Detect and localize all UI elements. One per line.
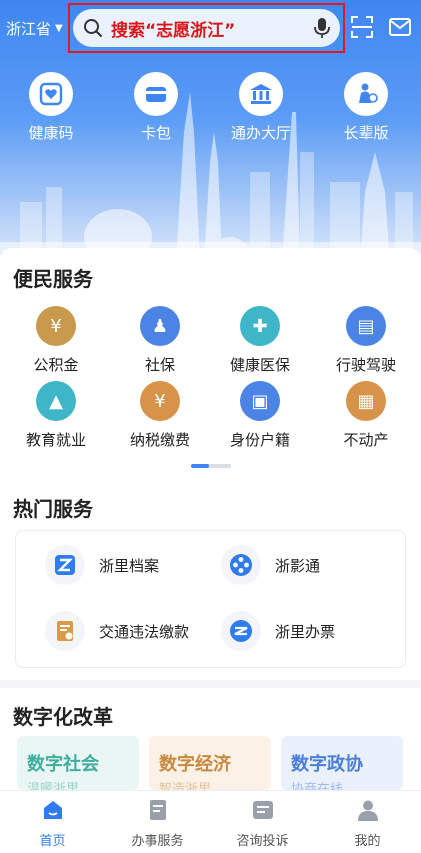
id-registry-icon: ▣ — [240, 381, 280, 421]
convenience-item-label: 纳税缴费 — [129, 431, 190, 449]
convenience-item-label: 社保 — [144, 356, 175, 374]
reform-card-society[interactable]: 数字社会 温暖浙里 — [17, 736, 139, 790]
reform-card-subtitle: 协商在线 — [291, 782, 344, 790]
quick-entry-elder-mode[interactable]: 长辈版 — [316, 72, 416, 143]
convenience-item-medical-insurance[interactable]: ✚ 健康医保 — [210, 306, 310, 375]
top-bar: 浙江省 ▼ 搜索“志愿浙江” — [0, 0, 421, 58]
convenience-item-real-estate[interactable]: ▦ 不动产 — [316, 381, 416, 450]
microphone-icon[interactable] — [314, 17, 330, 39]
hot-service-label: 浙影通 — [275, 556, 321, 575]
search-highlight-box: 搜索“志愿浙江” — [68, 3, 345, 53]
hot-service-film[interactable]: 浙影通 — [221, 545, 320, 585]
section-title-convenience: 便民服务 — [13, 267, 93, 291]
quick-entry-service-hall[interactable]: 通办大厅 — [211, 72, 311, 143]
housing-fund-icon: ¥ — [36, 306, 76, 346]
convenience-item-label: 教育就业 — [25, 431, 86, 449]
reform-card-subtitle: 智造浙里 — [159, 782, 212, 790]
convenience-item-label: 健康医保 — [229, 356, 290, 374]
service-hall-icon — [239, 72, 283, 116]
convenience-item-label: 不动产 — [343, 431, 389, 449]
health-code-icon — [29, 72, 73, 116]
hot-service-invoice[interactable]: 浙里办票 — [221, 611, 335, 651]
tab-services[interactable]: 办事服务 — [105, 797, 210, 849]
reform-card-cppcc[interactable]: 数字政协 协商在线 — [281, 736, 403, 790]
convenience-item-driving[interactable]: ▤ 行驶驾驶 — [316, 306, 416, 375]
scan-icon[interactable] — [350, 15, 374, 39]
medical-insurance-icon: ✚ — [240, 306, 280, 346]
quick-entry-label: 通办大厅 — [230, 124, 291, 142]
quick-entry-label: 长辈版 — [343, 124, 389, 142]
convenience-item-social-security[interactable]: ♟ 社保 — [110, 306, 210, 375]
tab-profile[interactable]: 我的 — [315, 797, 420, 849]
home-icon — [43, 801, 62, 819]
page-indicator — [191, 464, 231, 468]
tab-consult[interactable]: 咨询投诉 — [210, 797, 315, 849]
consult-complaint-icon — [252, 801, 273, 819]
user-icon — [357, 800, 378, 821]
quick-entry-health-code[interactable]: 健康码 — [1, 72, 101, 143]
region-label: 浙江省 — [6, 19, 52, 38]
film-icon — [221, 545, 261, 585]
quick-entry-label: 卡包 — [140, 124, 171, 142]
document-services-icon — [149, 800, 166, 820]
mail-icon[interactable] — [388, 15, 412, 39]
real-estate-icon: ▦ — [346, 381, 386, 421]
convenience-item-id-registry[interactable]: ▣ 身份户籍 — [210, 381, 310, 450]
page-indicator-active — [191, 464, 209, 468]
invoice-icon — [221, 611, 261, 651]
search-icon — [84, 19, 102, 37]
reform-card-economy[interactable]: 数字经济 智造浙里 — [149, 736, 271, 790]
tab-home[interactable]: 首页 — [0, 797, 105, 849]
hot-service-label: 浙里办票 — [275, 622, 336, 641]
search-bar[interactable]: 搜索“志愿浙江” — [73, 9, 340, 47]
search-placeholder: 搜索“志愿浙江” — [111, 20, 236, 41]
hot-service-label: 交通违法缴款 — [99, 622, 190, 641]
convenience-item-education[interactable]: ▲ 教育就业 — [6, 381, 106, 450]
section-title-hot-services: 热门服务 — [13, 497, 93, 521]
hot-service-traffic-fine[interactable]: 交通违法缴款 — [45, 611, 189, 651]
convenience-item-housing-fund[interactable]: ¥ 公积金 — [6, 306, 106, 375]
region-selector[interactable]: 浙江省 ▼ — [6, 16, 63, 40]
quick-entry-label: 健康码 — [28, 124, 74, 142]
convenience-item-tax[interactable]: ¥ 纳税缴费 — [110, 381, 210, 450]
archive-icon — [45, 545, 85, 585]
tab-label: 办事服务 — [131, 834, 184, 849]
tab-label: 咨询投诉 — [236, 834, 289, 849]
elder-mode-icon — [344, 72, 388, 116]
bottom-tab-bar: 首页 办事服务 咨询投诉 我的 — [0, 790, 421, 853]
social-security-icon: ♟ — [140, 306, 180, 346]
reform-card-title: 数字社会 — [27, 754, 99, 775]
caret-down-icon: ▼ — [55, 22, 63, 34]
traffic-fine-icon — [45, 611, 85, 651]
reform-card-subtitle: 温暖浙里 — [27, 782, 80, 790]
tab-label: 首页 — [39, 834, 66, 849]
driving-icon: ▤ — [346, 306, 386, 346]
education-icon: ▲ — [36, 381, 76, 421]
tab-label: 我的 — [354, 834, 381, 849]
quick-entry-card-wallet[interactable]: 卡包 — [106, 72, 206, 143]
card-wallet-icon — [134, 72, 178, 116]
convenience-item-label: 行驶驾驶 — [335, 356, 396, 374]
hot-service-archive[interactable]: 浙里档案 — [45, 545, 159, 585]
convenience-item-label: 公积金 — [33, 356, 79, 374]
hot-service-label: 浙里档案 — [99, 556, 160, 575]
hero-banner: 浙江省 ▼ 搜索“志愿浙江” 健康码 卡包 通办大厅 长辈版 — [0, 0, 421, 262]
section-title-digital-reform: 数字化改革 — [13, 705, 113, 729]
convenience-item-label: 身份户籍 — [229, 431, 290, 449]
reform-card-title: 数字经济 — [159, 754, 231, 775]
reform-card-title: 数字政协 — [291, 754, 363, 775]
tax-icon: ¥ — [140, 381, 180, 421]
